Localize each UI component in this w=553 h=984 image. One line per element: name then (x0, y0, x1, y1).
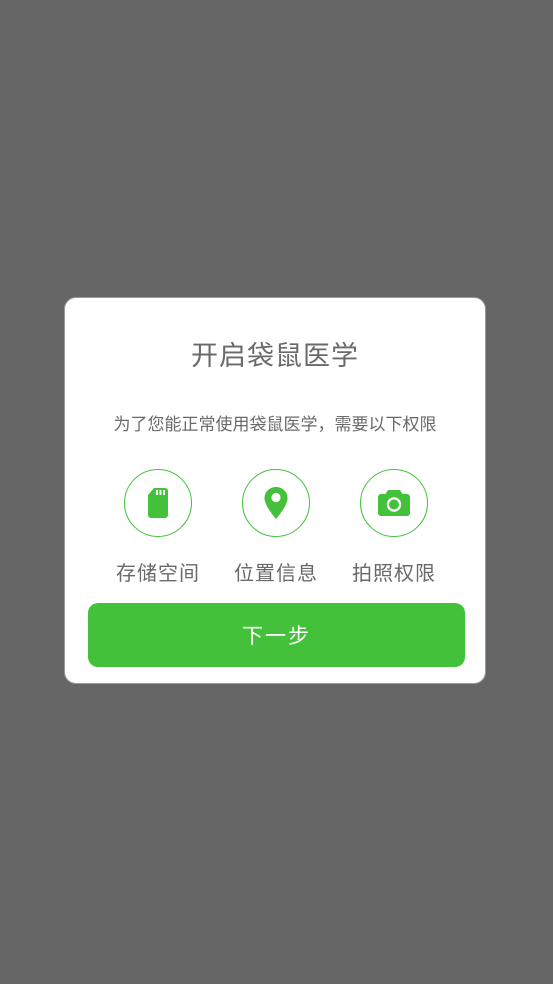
permission-storage-circle (124, 469, 192, 537)
permission-location-label: 位置信息 (234, 561, 318, 585)
permission-location-circle (242, 469, 310, 537)
permission-storage: 存储空间 (103, 469, 213, 586)
permission-dialog: 开启袋鼠医学 为了您能正常使用袋鼠医学，需要以下权限 存储空间 位置信息 拍照权… (64, 297, 486, 684)
dialog-subtitle: 为了您能正常使用袋鼠医学，需要以下权限 (113, 415, 437, 435)
permission-camera: 拍照权限 (339, 469, 449, 586)
next-step-button[interactable]: 下一步 (88, 603, 465, 667)
camera-icon (378, 490, 410, 516)
permission-camera-label: 拍照权限 (352, 561, 436, 585)
location-pin-icon (264, 487, 288, 519)
permission-location: 位置信息 (221, 469, 331, 586)
permission-camera-circle (360, 469, 428, 537)
sd-card-icon (148, 488, 168, 518)
dialog-title: 开启袋鼠医学 (191, 341, 359, 372)
permission-storage-label: 存储空间 (116, 561, 200, 585)
